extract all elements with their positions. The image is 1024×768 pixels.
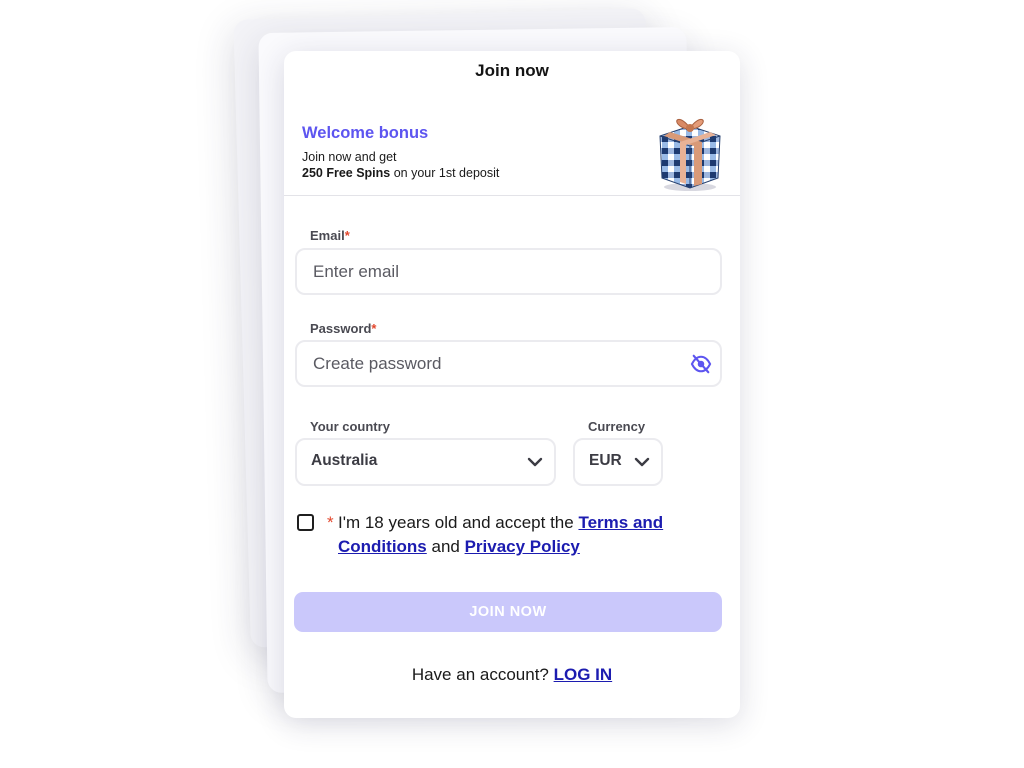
terms-text-before: I'm 18 years old and accept the <box>338 513 579 532</box>
join-now-button[interactable]: JOIN NOW <box>294 592 722 632</box>
login-link[interactable]: LOG IN <box>554 665 613 684</box>
currency-select[interactable]: EUR <box>573 438 663 486</box>
age-terms-checkbox[interactable] <box>297 514 314 531</box>
password-field[interactable] <box>295 340 722 387</box>
login-prompt: Have an account? LOG IN <box>284 665 740 685</box>
terms-text-middle: and <box>426 537 465 556</box>
bonus-offer: 250 Free Spins on your 1st deposit <box>302 166 499 180</box>
chevron-down-icon <box>634 457 650 467</box>
bonus-title: Welcome bonus <box>302 124 429 142</box>
eye-slash-icon[interactable] <box>690 354 712 374</box>
privacy-link[interactable]: Privacy Policy <box>465 537 580 556</box>
currency-label: Currency <box>588 419 646 434</box>
required-mark: * <box>327 513 334 532</box>
email-label: Email* <box>310 228 350 243</box>
dialog-title: Join now <box>475 61 549 80</box>
chevron-down-icon <box>527 457 543 467</box>
email-field[interactable] <box>295 248 722 295</box>
signup-dialog: Join now Welcome bonus Join now and get … <box>284 51 740 718</box>
currency-value: EUR <box>589 452 622 469</box>
bonus-description: Join now and get <box>302 150 397 164</box>
password-label: Password* <box>310 321 377 336</box>
country-value: Australia <box>311 452 378 469</box>
email-input[interactable] <box>311 250 706 293</box>
country-label: Your country <box>310 419 390 434</box>
bonus-highlight: 250 Free Spins <box>302 166 391 180</box>
bonus-offer-rest: on your 1st deposit <box>390 166 500 180</box>
terms-text: * I'm 18 years old and accept the Terms … <box>327 511 728 559</box>
gift-box-icon <box>659 119 721 191</box>
welcome-bonus-banner: Welcome bonus Join now and get 250 Free … <box>284 109 740 196</box>
login-prompt-text: Have an account? <box>411 665 554 684</box>
country-select[interactable]: Australia <box>295 438 556 486</box>
password-input[interactable] <box>311 342 680 385</box>
